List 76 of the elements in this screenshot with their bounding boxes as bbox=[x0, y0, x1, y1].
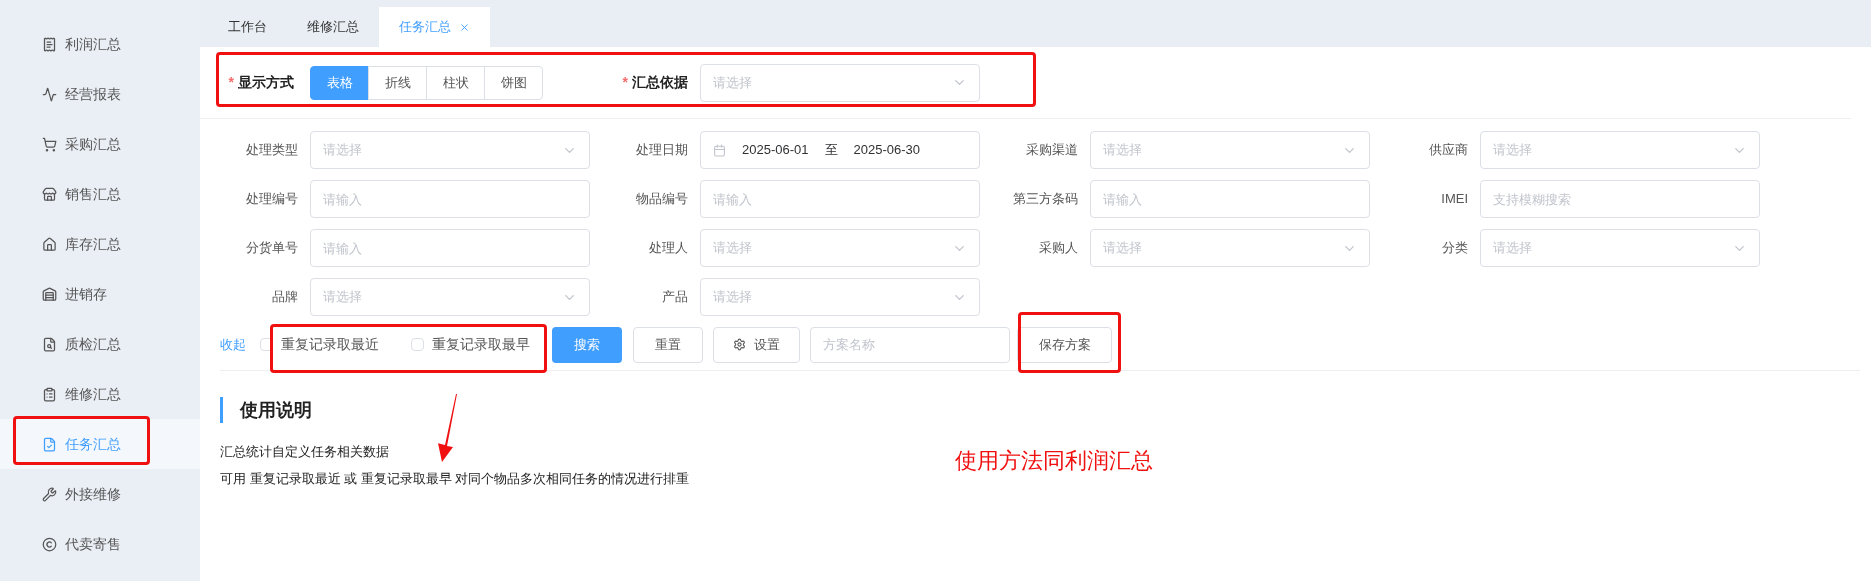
placeholder-text: 请选择 bbox=[713, 73, 752, 92]
field-label: 分类 bbox=[1441, 239, 1468, 258]
placeholder-text: 请选择 bbox=[1103, 239, 1142, 258]
sidebar-item[interactable]: 质检汇总 bbox=[0, 319, 200, 369]
sidebar-item[interactable]: 销售汇总 bbox=[0, 169, 200, 219]
sidebar-item[interactable]: 库存汇总 bbox=[0, 219, 200, 269]
date-range-field[interactable]: 2025-06-01 至 2025-06-30 bbox=[700, 131, 980, 169]
menu-icon bbox=[42, 336, 57, 352]
input-field[interactable]: 支持模糊搜索 bbox=[1480, 180, 1760, 218]
scheme-name-field[interactable]: 方案名称 bbox=[810, 326, 1010, 363]
sidebar-item[interactable]: 进销存 bbox=[0, 269, 200, 319]
input-field[interactable]: 请输入 bbox=[310, 229, 590, 267]
placeholder-text: 请选择 bbox=[1103, 141, 1142, 160]
menu-icon bbox=[42, 436, 57, 452]
field-label: 产品 bbox=[661, 288, 688, 307]
field-label: 处理编号 bbox=[245, 190, 298, 209]
field-label: 汇总依据 bbox=[632, 74, 688, 90]
annotation-note: 使用方法同利润汇总 bbox=[955, 447, 1153, 475]
sidebar-item[interactable]: 采购汇总 bbox=[0, 119, 200, 169]
required-mark: * bbox=[622, 74, 628, 90]
placeholder-text: 请选择 bbox=[1493, 141, 1532, 160]
instruction-text: 可用 重复记录取最近 或 重复记录取最早 对同个物品多次相同任务的情况进行排重 bbox=[220, 470, 690, 488]
field-label: 处理日期 bbox=[635, 141, 688, 160]
input-field[interactable]: 请输入 bbox=[1090, 180, 1370, 218]
menu-icon bbox=[42, 186, 57, 202]
field-label: 处理类型 bbox=[245, 141, 298, 160]
page-tab[interactable]: 维修汇总 bbox=[287, 7, 379, 47]
settings-icon bbox=[733, 338, 746, 351]
dedupe-checkbox[interactable]: 重复记录取最近 bbox=[260, 334, 379, 355]
field-label: 采购人 bbox=[1038, 239, 1078, 258]
sidebar-item[interactable]: 外接维修 bbox=[0, 469, 200, 519]
field-label: 物品编号 bbox=[635, 190, 688, 209]
field-label: 第三方条码 bbox=[1012, 190, 1078, 209]
sidebar-item[interactable]: 经营报表 bbox=[0, 69, 200, 119]
menu-icon bbox=[42, 136, 57, 152]
input-field[interactable]: 请输入 bbox=[310, 180, 590, 218]
display-option[interactable]: 饼图 bbox=[484, 65, 543, 100]
menu-icon bbox=[42, 86, 57, 102]
dedupe-checkbox[interactable]: 重复记录取最早 bbox=[411, 334, 530, 355]
field-label: IMEI bbox=[1440, 190, 1468, 209]
reset-button[interactable]: 重置 bbox=[633, 326, 703, 363]
end-date: 2025-06-30 bbox=[853, 141, 920, 160]
display-option[interactable]: 柱状 bbox=[426, 65, 485, 100]
menu-icon bbox=[42, 486, 57, 502]
range-separator: 至 bbox=[824, 141, 838, 160]
menu-icon bbox=[42, 236, 57, 252]
display-option[interactable]: 折线 bbox=[368, 65, 427, 100]
checkbox-icon[interactable] bbox=[411, 338, 424, 351]
settings-button[interactable]: 设置 bbox=[713, 326, 800, 363]
sidebar-item[interactable]: 利润汇总 bbox=[0, 19, 200, 69]
menu-icon bbox=[42, 36, 57, 52]
sidebar-item[interactable]: 维修汇总 bbox=[0, 369, 200, 419]
menu-icon bbox=[42, 286, 57, 302]
placeholder-text: 请选择 bbox=[713, 239, 752, 258]
section-title: 使用说明 bbox=[240, 398, 312, 422]
placeholder-text: 请选择 bbox=[1493, 239, 1532, 258]
calendar-icon bbox=[713, 143, 726, 157]
field-label: 分货单号 bbox=[245, 239, 298, 258]
page-tab[interactable]: 工作台 bbox=[208, 7, 287, 47]
field-label: 显示方式 bbox=[238, 74, 294, 90]
save-scheme-button[interactable]: 保存方案 bbox=[1017, 326, 1112, 363]
placeholder-text: 请选择 bbox=[323, 141, 362, 160]
input-field[interactable]: 请输入 bbox=[700, 180, 980, 218]
menu-icon bbox=[42, 536, 57, 552]
placeholder-text: 请选择 bbox=[713, 288, 752, 307]
instruction-text: 汇总统计自定义任务相关数据 bbox=[220, 443, 389, 461]
sidebar-item[interactable]: 代卖寄售 bbox=[0, 519, 200, 569]
placeholder-text: 请选择 bbox=[323, 288, 362, 307]
start-date: 2025-06-01 bbox=[742, 141, 809, 160]
menu-icon bbox=[42, 386, 57, 402]
field-label: 采购渠道 bbox=[1025, 141, 1078, 160]
close-icon[interactable] bbox=[459, 21, 470, 33]
required-mark: * bbox=[228, 74, 234, 90]
field-label: 品牌 bbox=[271, 288, 298, 307]
field-label: 供应商 bbox=[1428, 141, 1468, 160]
field-label: 处理人 bbox=[648, 239, 688, 258]
